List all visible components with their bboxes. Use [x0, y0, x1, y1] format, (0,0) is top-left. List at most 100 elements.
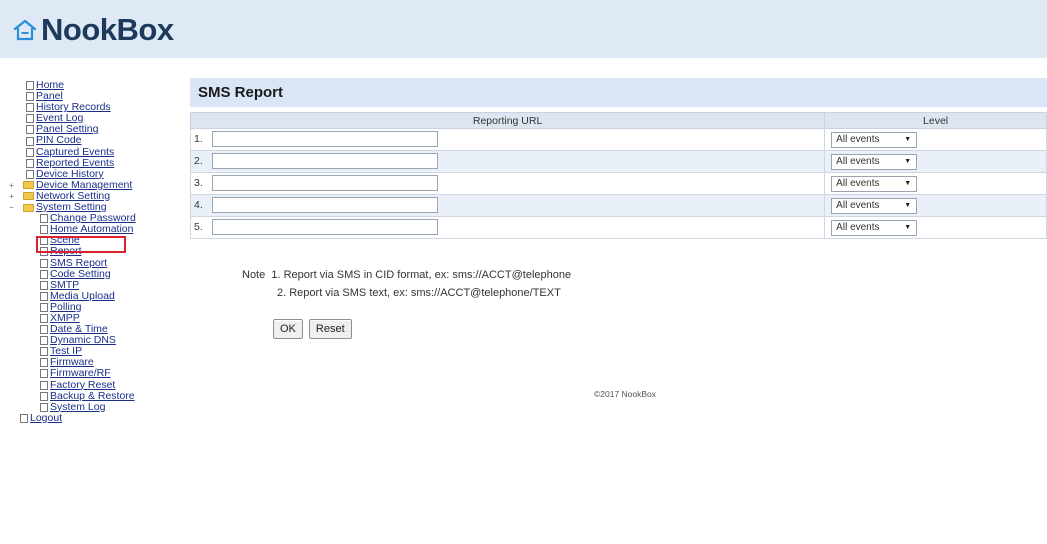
page-title-bar: SMS Report [190, 78, 1047, 107]
dropdown-arrow-icon[interactable]: ▼ [904, 158, 911, 165]
page-icon [40, 280, 48, 290]
expand-icon[interactable]: + [8, 192, 15, 200]
page-icon [26, 125, 34, 135]
folder-icon [23, 203, 34, 212]
sidebar-item-scene[interactable]: Scene [8, 235, 180, 246]
sidebar-item-logout[interactable]: Logout [8, 412, 180, 424]
page-icon [40, 258, 48, 268]
house-icon [13, 19, 37, 41]
sidebar-item-label[interactable]: Logout [30, 412, 62, 424]
sidebar-item-home[interactable]: Home [8, 79, 180, 91]
page-icon [26, 114, 34, 124]
sidebar-item-label[interactable]: SMS Report [50, 257, 107, 269]
sidebar-item-label[interactable]: Report [50, 246, 82, 257]
page-icon [26, 136, 34, 146]
page-icon [40, 247, 48, 257]
table-row: 1. All events ▼ [189, 128, 1047, 151]
sidebar-item-factory-reset[interactable]: Factory Reset [8, 379, 180, 391]
level-select-value: All events [836, 200, 880, 211]
page-icon [26, 92, 34, 102]
expand-icon[interactable]: + [8, 181, 15, 189]
dropdown-arrow-icon[interactable]: ▼ [904, 180, 911, 187]
sidebar-item-history-records[interactable]: History Records [8, 102, 180, 113]
sidebar-item-label[interactable]: Factory Reset [50, 379, 115, 391]
url-cell: 3. [189, 172, 826, 195]
note-label: Note [242, 269, 266, 281]
page-icon [40, 402, 48, 412]
sidebar-item-test-ip[interactable]: Test IP [8, 346, 180, 357]
sidebar-item-media-upload[interactable]: Media Upload [8, 290, 180, 302]
page-icon [40, 291, 48, 301]
page-icon [40, 269, 48, 279]
page-icon [40, 214, 48, 224]
table-row: 4. All events ▼ [189, 194, 1047, 217]
sidebar-item-report[interactable]: Report [8, 246, 180, 257]
level-select[interactable]: All events ▼ [831, 153, 918, 170]
page-icon [40, 336, 48, 346]
copyright-footer: ©2017 NookBox [594, 389, 657, 399]
brand-logo: NookBox [12, 10, 174, 50]
page-icon [40, 369, 48, 379]
sidebar-item-polling[interactable]: Polling [8, 301, 180, 313]
reporting-url-input[interactable] [212, 197, 438, 213]
reporting-url-input[interactable] [212, 131, 438, 147]
row-number: 2. [194, 155, 203, 167]
dropdown-arrow-icon[interactable]: ▼ [904, 202, 911, 209]
url-cell: 2. [189, 150, 826, 173]
sidebar-item-home-automation[interactable]: Home Automation [8, 224, 180, 235]
page-icon [40, 225, 48, 235]
page-icon [40, 325, 48, 335]
sidebar-tree: Home Panel History Records Event Log Panel S… [8, 79, 180, 424]
header-bar: NookBox [0, 0, 1047, 58]
level-select-value: All events [836, 178, 880, 189]
level-select[interactable]: All events ▼ [831, 131, 918, 148]
sidebar-item-pin-code[interactable]: PIN Code [8, 135, 180, 146]
sms-report-table: Reporting URL Level 1. All events ▼ 2. All e… [189, 112, 1047, 239]
folder-icon [23, 192, 34, 201]
table-row: 2. All events ▼ [189, 150, 1047, 173]
folder-icon [23, 181, 34, 190]
level-select[interactable]: All events ▼ [831, 197, 918, 214]
reporting-url-input[interactable] [212, 219, 438, 235]
reset-button[interactable]: Reset [308, 319, 352, 339]
row-number: 1. [194, 133, 203, 145]
sidebar-item-sms-report[interactable]: SMS Report [8, 257, 180, 269]
collapse-icon[interactable]: − [8, 204, 15, 212]
page-icon [40, 391, 48, 401]
ok-button[interactable]: OK [273, 319, 303, 339]
sidebar-item-label[interactable]: Firmware/RF [50, 368, 111, 379]
sidebar-item-label[interactable]: Captured Events [36, 146, 114, 158]
url-cell: 1. [189, 128, 826, 151]
page-icon [20, 413, 28, 423]
page-title: SMS Report [198, 84, 284, 101]
dropdown-arrow-icon[interactable]: ▼ [904, 224, 911, 231]
sidebar-item-captured-events[interactable]: Captured Events [8, 146, 180, 158]
level-select-value: All events [836, 134, 880, 145]
level-select[interactable]: All events ▼ [831, 219, 918, 236]
note-line-1: 1. Report via SMS in CID format, ex: sms… [271, 269, 572, 281]
level-select-value: All events [836, 222, 880, 233]
page-icon [26, 169, 34, 179]
level-cell: All events ▼ [824, 128, 1047, 151]
note-block: Note 1. Report via SMS in CID format, ex… [242, 266, 571, 302]
row-number: 5. [194, 221, 203, 233]
sidebar-item-label[interactable]: PIN Code [36, 135, 82, 146]
table-row: 5. All events ▼ [189, 216, 1047, 239]
form-buttons: OK Reset [273, 319, 352, 339]
sidebar-item-code-setting[interactable]: Code Setting [8, 268, 180, 280]
reporting-url-input[interactable] [212, 153, 438, 169]
sidebar-item-dynamic-dns[interactable]: Dynamic DNS [8, 335, 180, 346]
url-cell: 4. [189, 194, 826, 217]
sidebar-item-firmware-rf[interactable]: Firmware/RF [8, 368, 180, 379]
dropdown-arrow-icon[interactable]: ▼ [904, 136, 911, 143]
reporting-url-input[interactable] [212, 175, 438, 191]
sidebar-item-panel-setting[interactable]: Panel Setting [8, 124, 180, 135]
table-row: 3. All events ▼ [189, 172, 1047, 195]
column-header-level: Level [824, 112, 1047, 129]
level-cell: All events ▼ [824, 216, 1047, 239]
page-icon [40, 380, 48, 390]
level-select[interactable]: All events ▼ [831, 175, 918, 192]
page-icon [40, 314, 48, 324]
page-icon [40, 358, 48, 368]
brand-name: NookBox [41, 12, 174, 47]
